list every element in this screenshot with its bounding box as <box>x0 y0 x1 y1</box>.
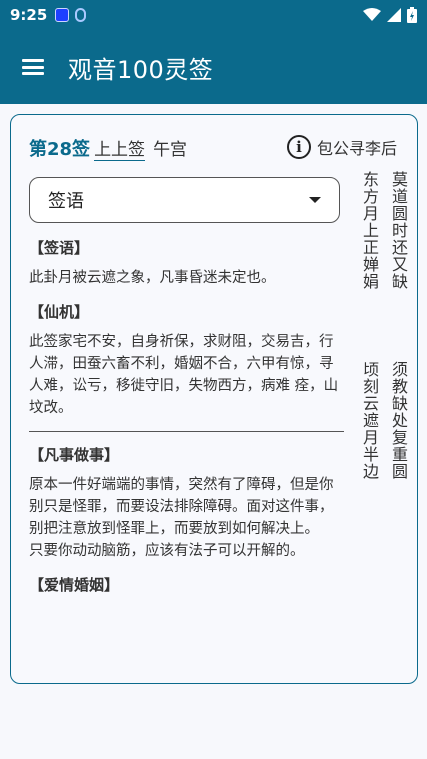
poem-line: 须教缺处复重圆 <box>389 361 408 480</box>
info-icon[interactable]: i <box>286 135 311 159</box>
section-heading-love: 【爱情婚姻】 <box>29 576 120 594</box>
section-text-xianji: 此签家宅不安，自身祈保，求财阻，交易吉，行人滞，田蚕六畜不利，婚姻不合，六甲有惊… <box>29 334 339 416</box>
app-bar: 观音100灵签 <box>0 30 427 104</box>
sign-poem: 东方月上正婵娟 莫道圆时还又缺 <box>359 171 409 290</box>
poem-line: 东方月上正婵娟 <box>360 171 379 290</box>
divider <box>29 431 344 432</box>
sign-palace: 午宫 <box>153 140 188 160</box>
sign-content: 【签语】 此卦月被云遮之象，凡事昏迷未定也。 【仙机】 此签家宅不安，自身祈保，… <box>29 237 344 608</box>
section-heading-matters: 【凡事做事】 <box>29 446 120 464</box>
story-info-button[interactable]: i 包公寻李后 <box>286 135 397 159</box>
story-title[interactable]: 包公寻李后 <box>317 135 397 159</box>
sign-card: 第28签 上上签 午宫 i 包公寻李后 签语 【签语】 此卦月被云遮之象，凡事昏… <box>10 114 418 684</box>
battery-icon <box>407 7 417 23</box>
dropdown-selected-value: 签语 <box>48 191 84 212</box>
menu-icon[interactable] <box>22 59 44 75</box>
section-heading-xianji: 【仙机】 <box>29 303 90 321</box>
sign-poem-second: 顷刻云遮月半边 须教缺处复重圆 <box>359 361 409 480</box>
section-text-qianyu: 此卦月被云遮之象，凡事昏迷未定也。 <box>29 270 276 286</box>
cellular-signal-icon <box>387 8 401 22</box>
poem-line: 顷刻云遮月半边 <box>360 361 379 480</box>
status-indicators <box>363 7 417 23</box>
app-title: 观音100灵签 <box>68 55 214 84</box>
dropdown-arrow-icon <box>309 197 321 203</box>
sign-rank: 上上签 <box>94 135 146 161</box>
section-dropdown[interactable]: 签语 <box>29 177 340 223</box>
notification-circle-icon <box>75 8 87 22</box>
wifi-icon <box>363 8 381 21</box>
poem-line: 莫道圆时还又缺 <box>389 171 408 290</box>
section-text-matters: 原本一件好端端的事情，突然有了障碍，但是你别只是怪罪，而要设法排除障碍。面对这件… <box>29 477 334 559</box>
status-bar: 9:25 <box>0 0 427 30</box>
sign-header: 第28签 上上签 午宫 <box>29 135 187 161</box>
sign-number: 第28签 <box>29 139 91 160</box>
section-heading-qianyu: 【签语】 <box>29 239 90 257</box>
notification-app-icon <box>55 8 70 22</box>
status-time: 9:25 <box>10 6 48 24</box>
